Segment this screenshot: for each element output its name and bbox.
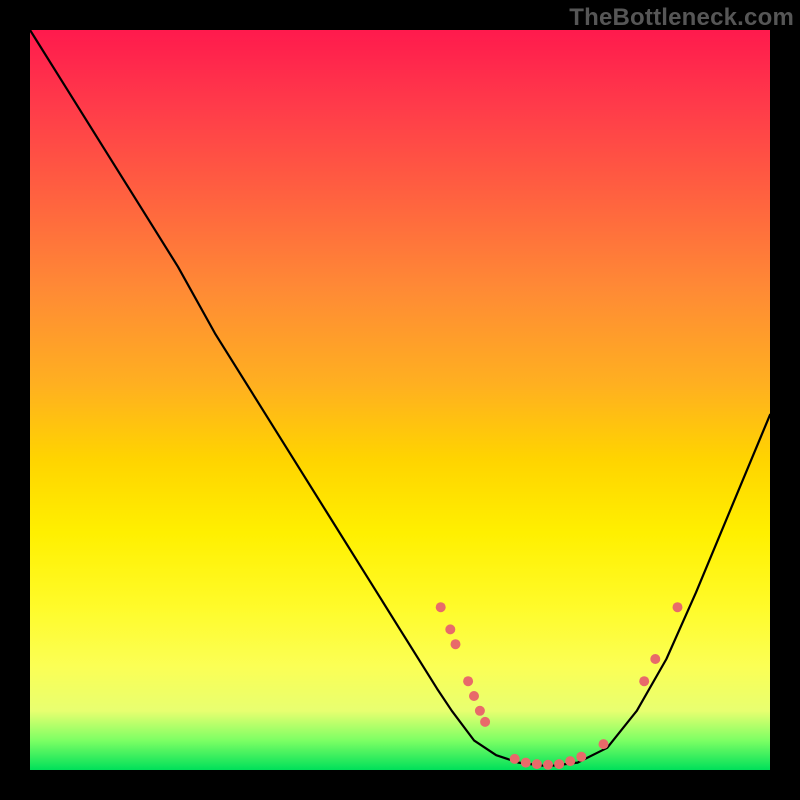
data-marker — [599, 739, 609, 749]
data-marker — [521, 758, 531, 768]
data-marker — [565, 756, 575, 766]
plot-area — [30, 30, 770, 770]
marker-group — [436, 602, 683, 770]
data-marker — [463, 676, 473, 686]
data-marker — [554, 759, 564, 769]
chart-frame: TheBottleneck.com — [0, 0, 800, 800]
data-marker — [532, 759, 542, 769]
watermark-text: TheBottleneck.com — [569, 4, 794, 32]
data-marker — [480, 717, 490, 727]
data-marker — [673, 602, 683, 612]
data-marker — [469, 691, 479, 701]
data-marker — [510, 754, 520, 764]
curve-svg — [30, 30, 770, 770]
data-marker — [436, 602, 446, 612]
data-marker — [650, 654, 660, 664]
data-marker — [451, 639, 461, 649]
data-marker — [543, 760, 553, 770]
data-marker — [475, 706, 485, 716]
data-marker — [576, 752, 586, 762]
data-marker — [445, 624, 455, 634]
data-marker — [639, 676, 649, 686]
